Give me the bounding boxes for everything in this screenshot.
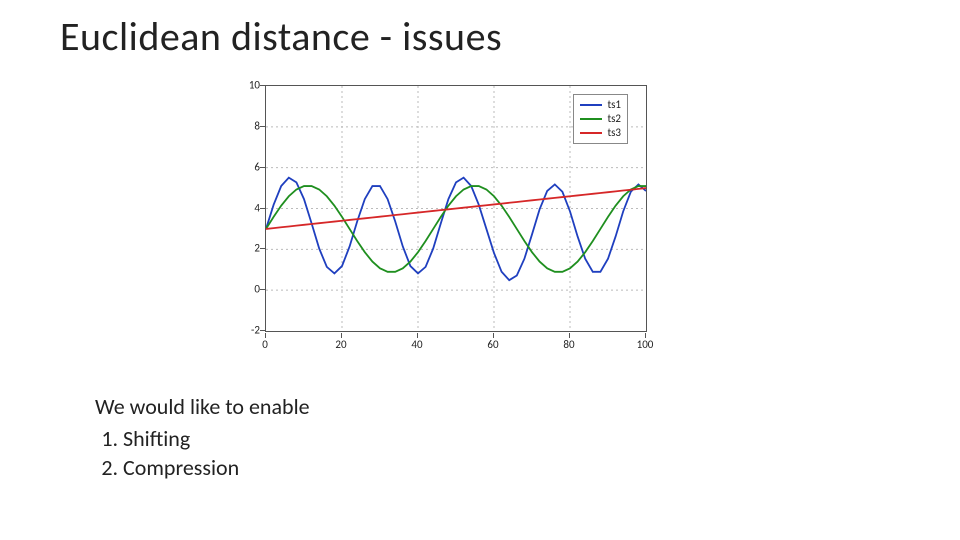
slide-title: Euclidean distance - issues xyxy=(60,12,502,61)
legend-label-ts3: ts3 xyxy=(607,126,621,140)
slide: Euclidean distance - issues ts1 ts2 ts3 … xyxy=(0,0,960,540)
y-tick xyxy=(260,126,265,127)
y-tick xyxy=(260,208,265,209)
y-ticklabel: 4 xyxy=(254,201,260,214)
x-ticklabel: 0 xyxy=(262,338,268,351)
x-ticklabel: 80 xyxy=(563,338,574,351)
x-ticklabel: 60 xyxy=(487,338,498,351)
body-text: We would like to enable Shifting Compres… xyxy=(95,392,310,483)
y-ticklabel: 6 xyxy=(254,160,260,173)
y-ticklabel: -2 xyxy=(251,324,260,337)
legend-item-ts3: ts3 xyxy=(580,126,621,140)
legend-swatch-ts3 xyxy=(580,132,602,134)
y-ticklabel: 2 xyxy=(254,242,260,255)
y-ticklabel: 8 xyxy=(254,119,260,132)
legend-swatch-ts1 xyxy=(580,104,602,106)
legend-swatch-ts2 xyxy=(580,118,602,120)
legend-label-ts1: ts1 xyxy=(607,98,621,112)
y-tick xyxy=(260,167,265,168)
x-ticklabel: 100 xyxy=(637,338,654,351)
y-tick xyxy=(260,248,265,249)
y-tick xyxy=(260,289,265,290)
legend-label-ts2: ts2 xyxy=(607,112,621,126)
legend: ts1 ts2 ts3 xyxy=(573,94,628,144)
body-list: Shifting Compression xyxy=(95,424,310,483)
y-ticklabel: 10 xyxy=(249,79,260,92)
legend-item-ts2: ts2 xyxy=(580,112,621,126)
body-list-item-1: Shifting xyxy=(123,424,310,454)
body-intro: We would like to enable xyxy=(95,392,310,422)
legend-item-ts1: ts1 xyxy=(580,98,621,112)
x-ticklabel: 40 xyxy=(411,338,422,351)
y-ticklabel: 0 xyxy=(254,283,260,296)
x-ticklabel: 20 xyxy=(335,338,346,351)
y-tick xyxy=(260,85,265,86)
body-list-item-2: Compression xyxy=(123,453,310,483)
chart: ts1 ts2 ts3 020406080100-20246810 xyxy=(230,80,660,360)
y-tick xyxy=(260,330,265,331)
plot-area: ts1 ts2 ts3 xyxy=(265,85,647,332)
